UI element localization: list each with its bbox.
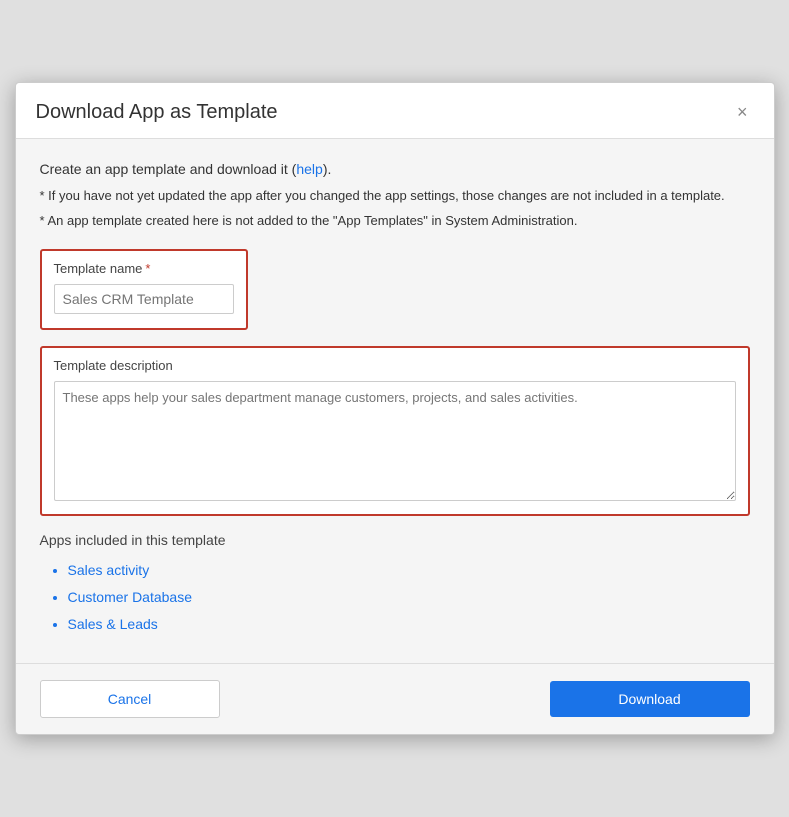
template-name-label: Template name*	[54, 261, 234, 276]
required-star: *	[145, 261, 150, 276]
template-name-input[interactable]	[54, 284, 234, 314]
dialog-body: Create an app template and download it (…	[16, 139, 774, 664]
template-name-group: Template name*	[40, 249, 248, 330]
dialog-header: Download App as Template ×	[16, 83, 774, 139]
apps-section-title: Apps included in this template	[40, 532, 750, 548]
apps-list: Sales activity Customer Database Sales &…	[40, 560, 750, 635]
info-text: Create an app template and download it (…	[40, 159, 750, 180]
list-item: Sales activity	[68, 560, 750, 581]
dialog-footer: Cancel Download	[16, 663, 774, 734]
template-name-section: Template name*	[40, 249, 750, 346]
warning-text-1: * If you have not yet updated the app af…	[40, 186, 750, 207]
dialog-title: Download App as Template	[36, 101, 278, 124]
download-dialog: Download App as Template × Create an app…	[15, 82, 775, 736]
template-description-label: Template description	[54, 358, 736, 373]
help-link[interactable]: help	[296, 161, 322, 177]
info-text-before: Create an app template and download it (	[40, 161, 297, 177]
cancel-button[interactable]: Cancel	[40, 680, 220, 718]
download-button[interactable]: Download	[550, 681, 750, 717]
template-description-textarea[interactable]	[54, 381, 736, 501]
app-link-customer-database[interactable]: Customer Database	[68, 589, 193, 605]
close-button[interactable]: ×	[731, 101, 754, 123]
list-item: Sales & Leads	[68, 614, 750, 635]
apps-section: Apps included in this template Sales act…	[40, 532, 750, 635]
app-link-sales-activity[interactable]: Sales activity	[68, 562, 150, 578]
list-item: Customer Database	[68, 587, 750, 608]
template-description-group: Template description	[40, 346, 750, 516]
app-link-sales-leads[interactable]: Sales & Leads	[68, 616, 158, 632]
info-text-after: ).	[323, 161, 332, 177]
warning-text-2: * An app template created here is not ad…	[40, 211, 750, 232]
